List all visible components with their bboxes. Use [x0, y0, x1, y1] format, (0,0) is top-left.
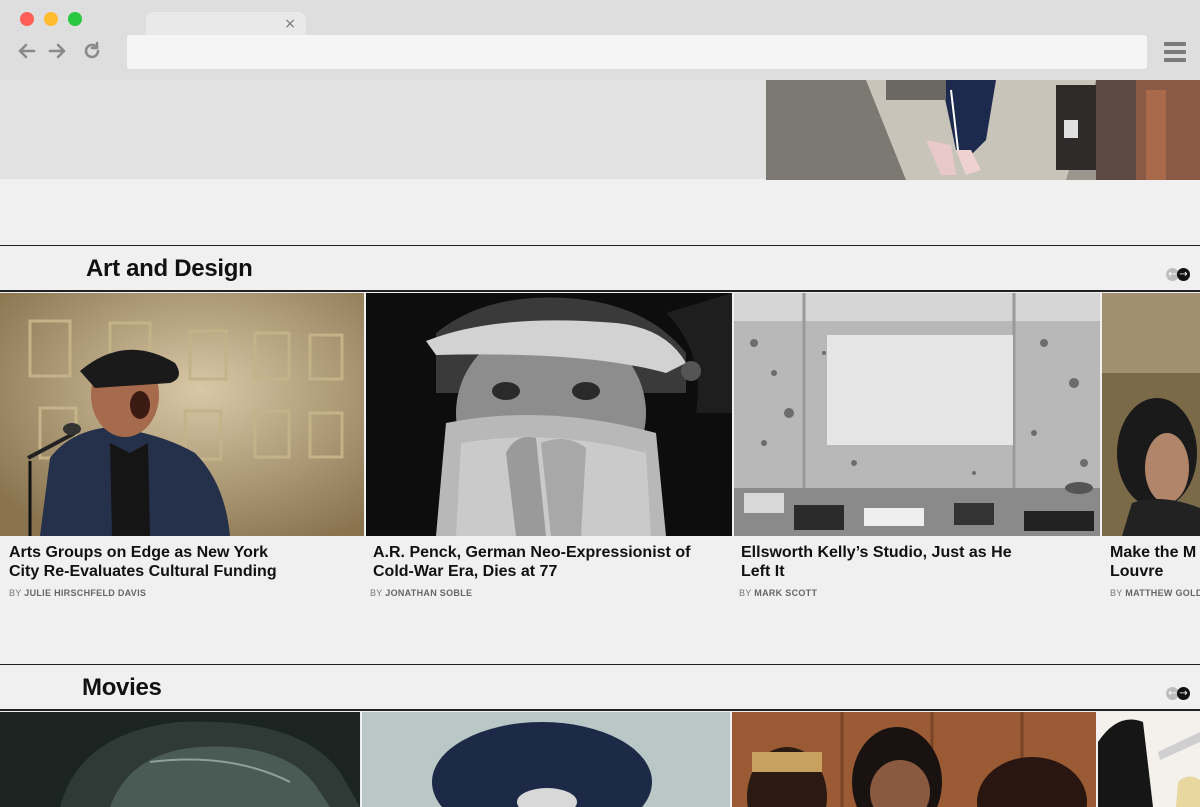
article-image[interactable]: [1102, 293, 1200, 536]
article-image[interactable]: [0, 712, 360, 807]
carousel-next-icon[interactable]: →: [1177, 268, 1190, 281]
art-and-design-carousel: Arts Groups on Edge as New York City Re-…: [0, 293, 1200, 613]
reload-icon[interactable]: [80, 40, 104, 64]
back-arrow-icon[interactable]: [14, 40, 38, 64]
section-divider: [0, 664, 1200, 665]
section-title-art-and-design[interactable]: Art and Design: [86, 255, 253, 283]
movies-carousel: [0, 712, 1200, 807]
article-image[interactable]: [362, 712, 730, 807]
hamburger-menu-icon[interactable]: [1164, 42, 1186, 62]
window-maximize-button[interactable]: [68, 12, 82, 26]
article-headline[interactable]: Arts Groups on Edge as New York City Re-…: [9, 543, 299, 581]
article-headline[interactable]: Ellsworth Kelly’s Studio, Just as He Lef…: [741, 543, 1041, 581]
section-title-movies[interactable]: Movies: [82, 674, 162, 702]
article-headline[interactable]: Make the M Louvre: [1110, 543, 1200, 581]
browser-tab[interactable]: ×: [146, 12, 306, 36]
article-headline[interactable]: A.R. Penck, German Neo-Expressionist of …: [373, 543, 693, 581]
section-divider: [0, 245, 1200, 246]
carousel-controls: ← →: [1166, 687, 1192, 701]
article-byline: BY MARK SCOTT: [739, 588, 818, 598]
section-band: [0, 709, 1200, 711]
article-byline: BY MATTHEW GOLD: [1110, 588, 1200, 598]
section-band: [0, 290, 1200, 292]
article-image[interactable]: [732, 712, 1096, 807]
window-close-button[interactable]: [20, 12, 34, 26]
window-minimize-button[interactable]: [44, 12, 58, 26]
article-byline: BY JULIE HIRSCHFELD DAVIS: [9, 588, 147, 598]
address-bar[interactable]: [127, 35, 1147, 69]
tab-close-icon[interactable]: ×: [284, 15, 296, 33]
article-image[interactable]: [1098, 712, 1200, 807]
browser-chrome: ×: [0, 0, 1200, 80]
article-image[interactable]: [0, 293, 364, 536]
article-image[interactable]: [366, 293, 732, 536]
carousel-controls: ← →: [1166, 268, 1192, 282]
article-image[interactable]: [734, 293, 1100, 536]
article-byline: BY JONATHAN SOBLE: [370, 588, 473, 598]
top-story-image[interactable]: [766, 80, 1200, 180]
top-ad-placeholder: [0, 80, 766, 179]
carousel-next-icon[interactable]: →: [1177, 687, 1190, 700]
forward-arrow-icon[interactable]: [46, 40, 70, 64]
